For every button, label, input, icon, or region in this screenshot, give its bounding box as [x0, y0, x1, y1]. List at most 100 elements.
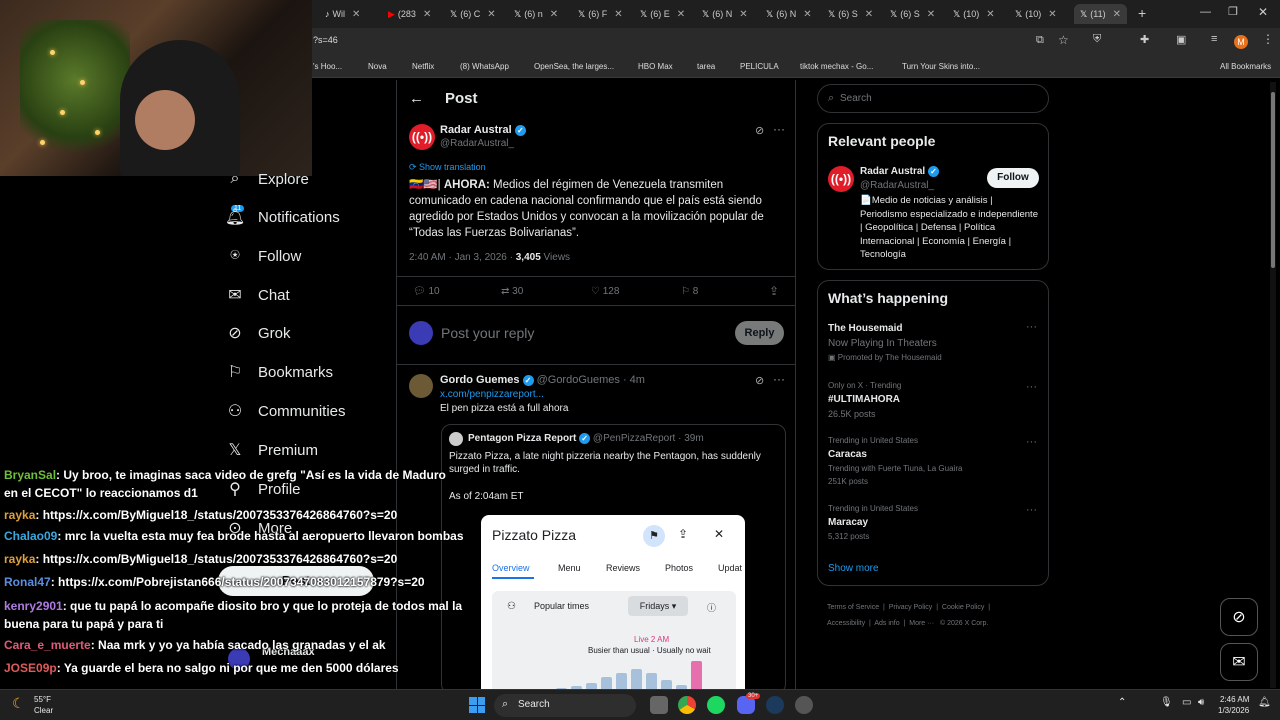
reply-input[interactable]: Post your reply [441, 325, 534, 341]
relevant-avatar[interactable]: ((•)) [828, 166, 854, 192]
day-select[interactable]: Fridays ▾ [628, 596, 688, 616]
nav-premium[interactable]: 𝕏 Premium [226, 441, 318, 460]
bookmark-item[interactable]: 's Hoo... [313, 62, 342, 71]
like-stat[interactable]: ♡ 128 [591, 286, 619, 297]
mic-icon[interactable]: 🎙︎ [1160, 697, 1173, 708]
minimize-button[interactable]: — [1200, 6, 1211, 18]
card-tab-updates[interactable]: Updat [718, 563, 742, 573]
network-icon[interactable]: ▭ [1182, 697, 1191, 708]
weather-cond[interactable]: Clear [34, 706, 53, 715]
close-tab-icon[interactable]: ✕ [550, 9, 558, 20]
footer-link[interactable]: Terms of Service [827, 604, 879, 611]
bookmark-stat[interactable]: ⚐ 8 [681, 286, 698, 297]
notification-bell-icon[interactable]: 🔔︎ [1258, 697, 1271, 708]
reply-stat[interactable]: 💬︎ 10 [413, 286, 440, 297]
maximize-button[interactable]: ❐ [1228, 5, 1238, 18]
bookmark-item[interactable]: Nova [368, 62, 387, 71]
grok-explain-icon[interactable]: ⊘ [755, 374, 764, 387]
more-options-icon[interactable]: ··· [1026, 436, 1037, 448]
messages-fab[interactable]: ✉ [1220, 643, 1258, 681]
bookmark-item[interactable]: tiktok mechax - Go... [800, 62, 873, 71]
close-icon[interactable]: ✕ [714, 527, 724, 541]
grok-explain-icon[interactable]: ⊘ [755, 124, 764, 137]
profile-avatar[interactable]: M [1234, 35, 1248, 49]
scrollbar-thumb[interactable] [1271, 92, 1275, 268]
show-more-link[interactable]: Show more [828, 563, 879, 574]
bookmark-item[interactable]: Turn Your Skins into... [902, 62, 980, 71]
quoted-post[interactable]: Pentagon Pizza Report ✓ @PenPizzaReport … [441, 424, 786, 695]
browser-menu-icon[interactable]: ⋮ [1262, 32, 1274, 46]
footer-link[interactable]: Privacy Policy [889, 604, 933, 611]
follow-button[interactable]: Follow [987, 168, 1039, 188]
reply-author[interactable]: Gordo Guemes ✓ @GordoGuemes · 4m [440, 374, 645, 386]
nav-bookmarks[interactable]: ⚐ Bookmarks [226, 363, 333, 382]
reply-button[interactable]: Reply [735, 321, 784, 345]
taskbar-search[interactable]: ⌕ Search [494, 694, 636, 717]
trend-item[interactable]: The Housemaid Now Playing In Theaters ▣ … [828, 321, 1040, 363]
close-tab-icon[interactable]: ✕ [614, 9, 622, 20]
chat-username[interactable]: kenry2901 [4, 599, 63, 613]
extension-shield-icon[interactable]: ⛨ [1093, 33, 1101, 46]
reply-link[interactable]: x.com/penpizzareport... [440, 389, 544, 400]
spotify-icon[interactable] [707, 696, 725, 714]
chat-username[interactable]: Ronal47 [4, 575, 51, 589]
reply-handle[interactable]: @GordoGuemes · 4m [537, 374, 645, 386]
footer-link[interactable]: Accessibility [827, 620, 865, 627]
author-avatar[interactable]: ((•)) [409, 124, 435, 150]
browser-tab[interactable]: 𝕏 (10) ✕ [953, 4, 995, 24]
bookmark-item[interactable]: Netflix [412, 62, 434, 71]
windows-start-icon[interactable] [469, 697, 485, 713]
close-tab-icon[interactable]: ✕ [1048, 9, 1056, 20]
browser-tab[interactable]: 𝕏 (6) n ✕ [514, 4, 558, 24]
save-icon[interactable]: ⚑ [643, 525, 665, 547]
new-tab-button[interactable]: + [1138, 5, 1146, 21]
task-view-icon[interactable] [650, 696, 668, 714]
clock-time[interactable]: 2:46 AM [1220, 695, 1249, 704]
weather-temp[interactable]: 55°F [34, 695, 51, 704]
steam-icon[interactable] [766, 696, 784, 714]
bookmark-item[interactable]: HBO Max [638, 62, 673, 71]
trend-item[interactable]: Trending in United States Maracay 5,312 … [828, 504, 1040, 544]
show-translation-link[interactable]: ⟳ Show translation [409, 162, 486, 173]
browser-tab[interactable]: ♪ Wil ✕ [325, 4, 360, 24]
chat-username[interactable]: BryanSal [4, 468, 56, 482]
clock-date[interactable]: 1/3/2026 [1218, 706, 1249, 715]
trend-item[interactable]: Trending in United States Caracas Trendi… [828, 436, 1040, 488]
bookmark-star-icon[interactable]: ☆ [1058, 33, 1069, 47]
bookmark-item[interactable]: PELICULA [740, 62, 779, 71]
card-tab-reviews[interactable]: Reviews [606, 563, 640, 573]
extensions-puzzle-icon[interactable]: ✚ [1140, 33, 1149, 46]
close-window-button[interactable]: ✕ [1258, 5, 1268, 19]
nav-follow[interactable]: ⍟ Follow [226, 247, 301, 265]
volume-icon[interactable]: 🔊︎ [1198, 697, 1204, 708]
browser-tab[interactable]: 𝕏 (6) N ✕ [702, 4, 748, 24]
more-options-icon[interactable]: ··· [1026, 381, 1037, 393]
close-tab-icon[interactable]: ✕ [865, 9, 873, 20]
close-tab-icon[interactable]: ✕ [803, 9, 811, 20]
reply-author-avatar[interactable] [409, 374, 433, 398]
repost-stat[interactable]: ⇄ 30 [501, 286, 523, 297]
relevant-handle[interactable]: @RadarAustral_ [860, 180, 934, 191]
card-tab-photos[interactable]: Photos [665, 563, 693, 573]
browser-tab[interactable]: 𝕏 (6) E ✕ [640, 4, 685, 24]
close-tab-icon[interactable]: ✕ [677, 9, 685, 20]
all-bookmarks[interactable]: All Bookmarks [1220, 62, 1271, 71]
chrome-icon[interactable] [678, 696, 696, 714]
nav-communities[interactable]: ⚇ Communities [226, 402, 346, 421]
chat-username[interactable]: Chalao09 [4, 529, 57, 543]
browser-tab[interactable]: 𝕏 (6) C ✕ [450, 4, 496, 24]
browser-tab[interactable]: 𝕏 (11) ✕ [1074, 4, 1127, 24]
trend-item[interactable]: Only on X · Trending #ULTIMAHORA 26.5K p… [828, 381, 1040, 421]
close-tab-icon[interactable]: ✕ [986, 9, 994, 20]
grok-fab[interactable]: ⊘ [1220, 598, 1258, 636]
nav-chat[interactable]: ✉ Chat [226, 286, 289, 305]
chat-username[interactable]: JOSE09p [4, 661, 57, 675]
pizza-card[interactable]: Pizzato Pizza ⚑ ⇪ ✕ Overview Menu Review… [481, 515, 745, 695]
browser-tab[interactable]: 𝕏 (6) S ✕ [828, 4, 873, 24]
more-options-icon[interactable]: ··· [773, 372, 785, 386]
footer-link[interactable]: More ··· [909, 620, 934, 627]
author-name[interactable]: Radar Austral ✓ [440, 124, 526, 136]
nav-grok[interactable]: ⊘ Grok [226, 324, 290, 343]
info-icon[interactable]: ⓘ [707, 601, 716, 614]
card-tab-overview[interactable]: Overview [492, 563, 530, 573]
